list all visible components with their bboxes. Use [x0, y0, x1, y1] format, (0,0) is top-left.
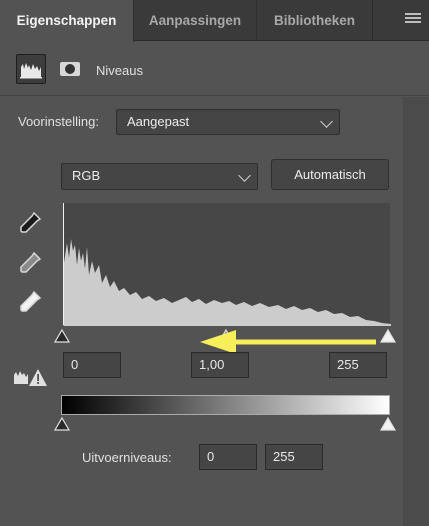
input-gamma-field[interactable]: 1,00: [191, 352, 249, 378]
chevron-down-icon: [320, 115, 333, 128]
input-white-slider[interactable]: [379, 328, 397, 343]
adjustment-title: Niveaus: [96, 63, 143, 78]
output-black-slider[interactable]: [54, 416, 71, 431]
histogram: [63, 203, 391, 326]
scrollbar[interactable]: [403, 97, 429, 526]
output-white-slider[interactable]: [379, 416, 397, 431]
input-black-slider[interactable]: [54, 328, 71, 343]
tab-aanpassingen[interactable]: Aanpassingen: [134, 0, 257, 41]
preset-label: Voorinstelling:: [18, 114, 99, 129]
preset-dropdown[interactable]: Aangepast: [116, 109, 340, 135]
output-white-field[interactable]: 255: [265, 444, 323, 470]
output-gradient-bar: [61, 395, 390, 415]
panel-tab-bar: Eigenschappen Aanpassingen Bibliotheken: [0, 0, 429, 42]
input-white-field[interactable]: 255: [329, 352, 387, 378]
tab-eigenschappen[interactable]: Eigenschappen: [0, 0, 134, 42]
histogram-graph: [64, 239, 391, 326]
panel-menu-icon[interactable]: [405, 13, 421, 27]
channel-value: RGB: [72, 168, 101, 183]
chevron-down-icon: [238, 169, 251, 182]
output-levels-label: Uitvoerniveaus:: [82, 450, 172, 465]
tab-bibliotheken[interactable]: Bibliotheken: [257, 0, 373, 41]
gray-point-eyedropper-icon[interactable]: [17, 250, 43, 276]
black-point-eyedropper-icon[interactable]: [17, 210, 43, 236]
auto-button[interactable]: Automatisch: [271, 159, 389, 190]
preset-value: Aangepast: [127, 114, 190, 129]
properties-header: Niveaus: [0, 42, 429, 96]
levels-histogram-icon[interactable]: [16, 54, 46, 84]
output-black-field[interactable]: 0: [199, 444, 257, 470]
output-slider-track: [54, 416, 397, 431]
channel-dropdown[interactable]: RGB: [61, 163, 258, 190]
clipping-warning-icon[interactable]: [12, 366, 48, 388]
layer-mask-icon[interactable]: [55, 54, 85, 84]
white-point-eyedropper-icon[interactable]: [17, 289, 43, 315]
input-black-field[interactable]: 0: [63, 352, 121, 378]
